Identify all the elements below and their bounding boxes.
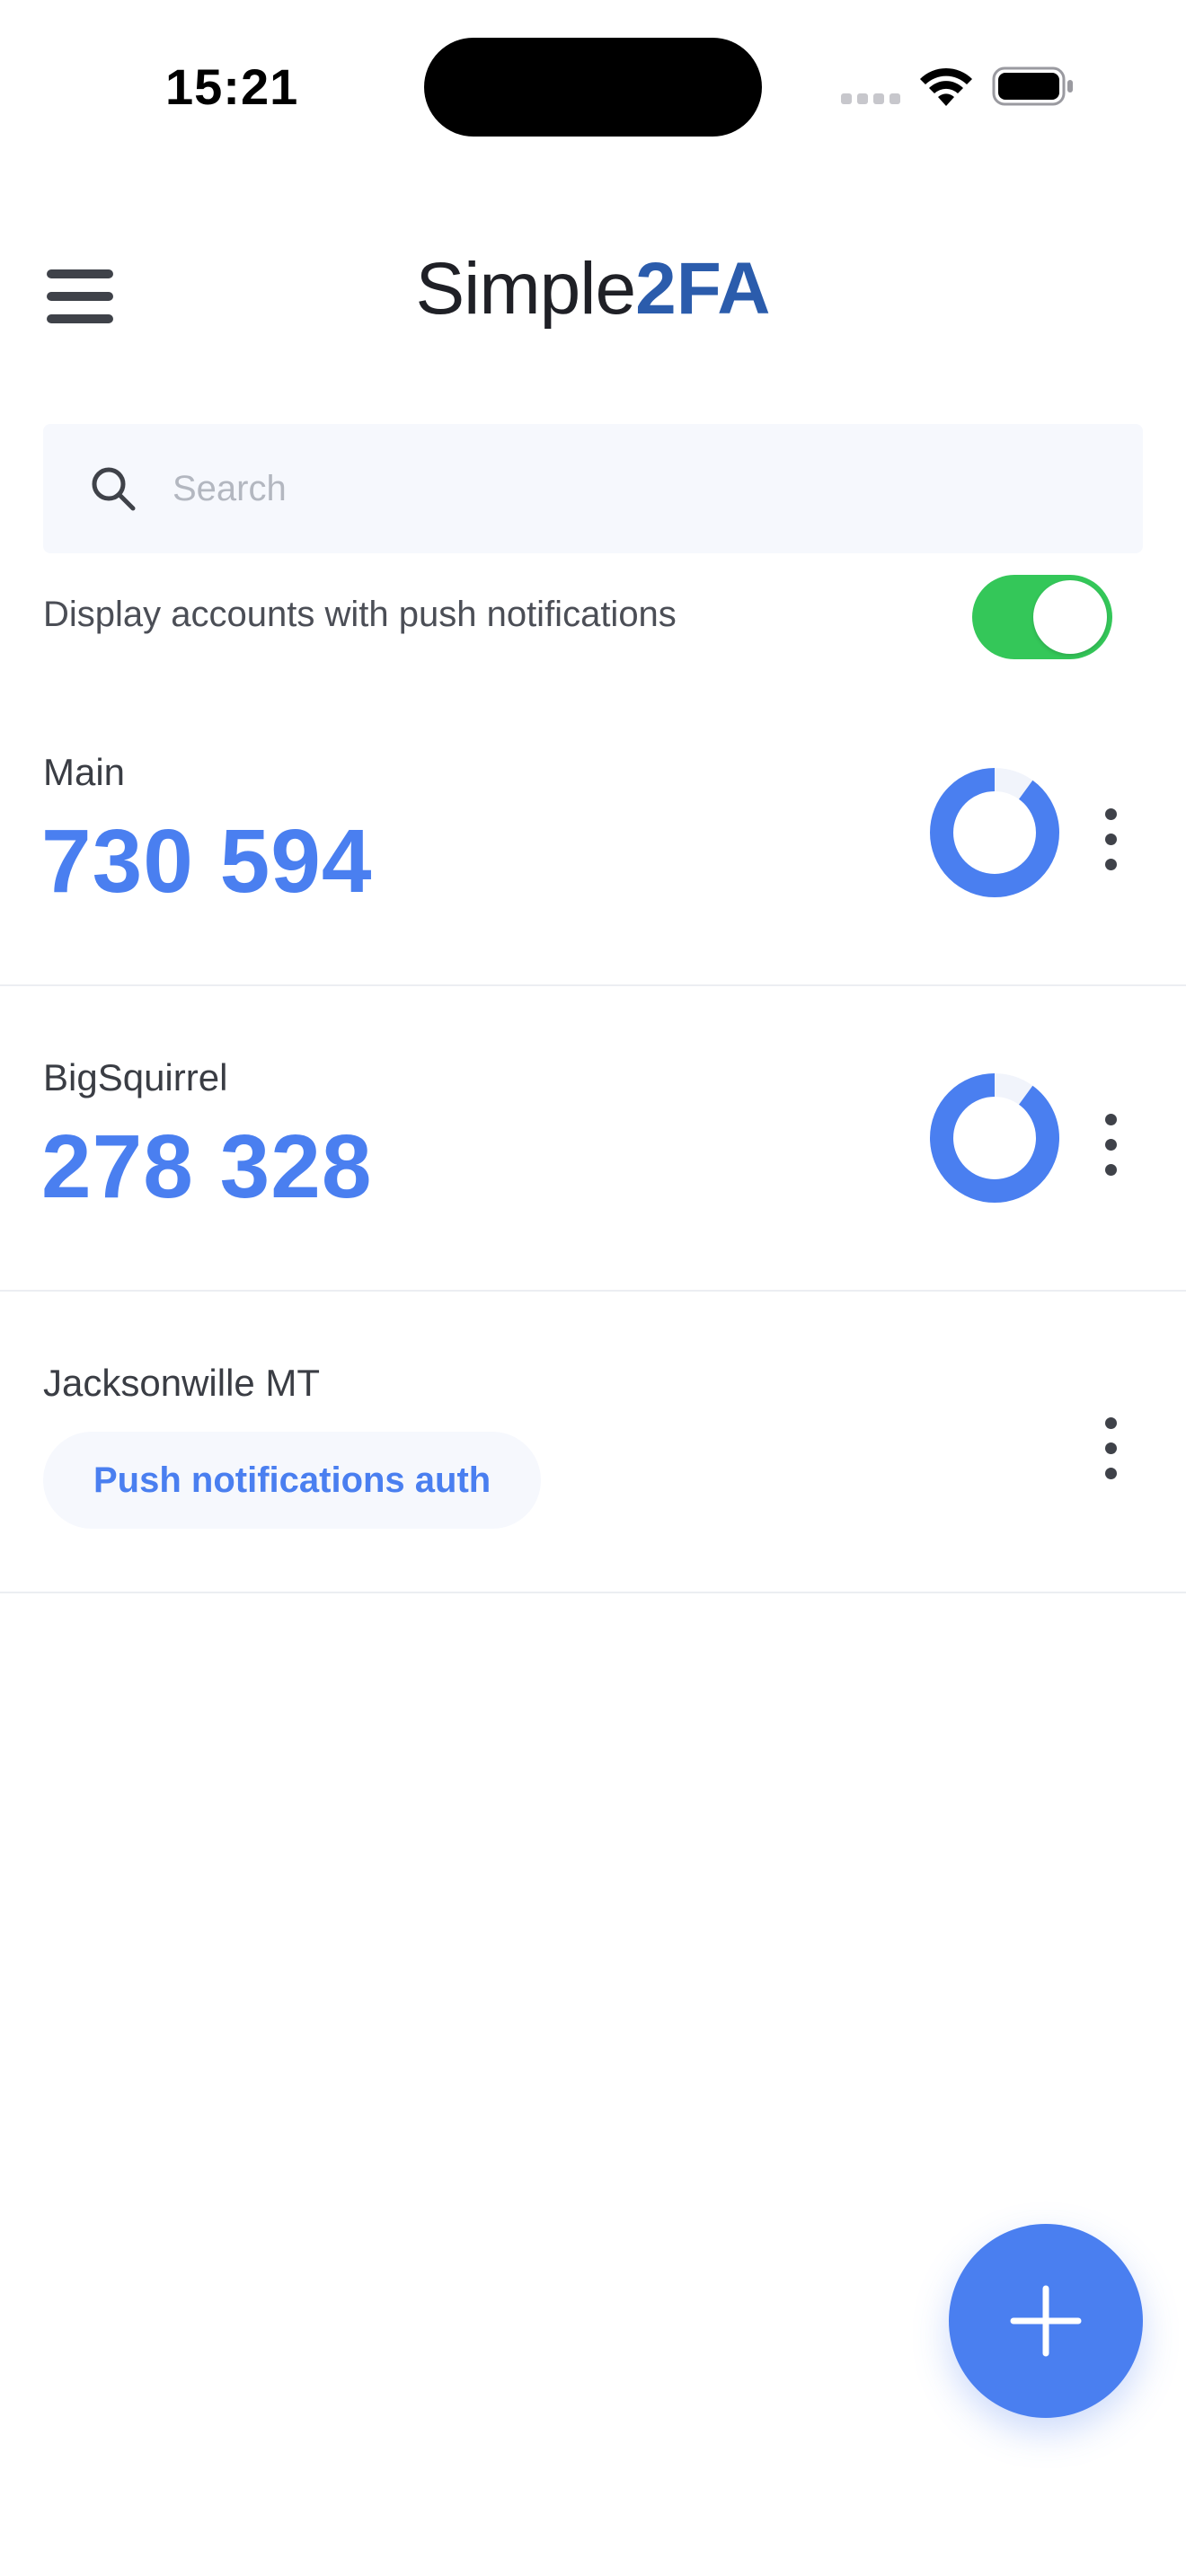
countdown-timer-icon — [930, 1073, 1059, 1203]
push-filter-toggle[interactable] — [972, 575, 1112, 659]
status-time: 15:21 — [165, 58, 299, 115]
battery-icon — [992, 66, 1073, 106]
logo-text-2fa: 2FA — [635, 248, 771, 330]
account-row: Main 730 594 — [0, 711, 1186, 986]
account-row: Jacksonwille MT Push notifications auth — [0, 1290, 1186, 1593]
search-bar[interactable] — [43, 424, 1143, 553]
dynamic-island — [424, 38, 762, 137]
push-notifications-auth-button[interactable]: Push notifications auth — [43, 1432, 542, 1529]
logo-text-simple: Simple — [415, 248, 636, 330]
countdown-timer-icon — [930, 768, 1059, 897]
account-row: BigSquirrel 278 328 — [0, 984, 1186, 1292]
toggle-knob — [1033, 580, 1107, 654]
account-name: BigSquirrel — [43, 1056, 228, 1098]
add-account-button[interactable] — [949, 2224, 1143, 2418]
account-code[interactable]: 730 594 — [41, 810, 372, 913]
search-input[interactable] — [171, 467, 1073, 510]
account-name: Main — [43, 751, 126, 793]
account-code[interactable]: 278 328 — [41, 1116, 372, 1219]
wifi-icon — [920, 67, 972, 106]
account-name: Jacksonwille MT — [43, 1362, 321, 1404]
search-icon — [92, 467, 136, 511]
cellular-signal-icon — [841, 93, 900, 104]
app-logo: Simple2FA — [0, 244, 1186, 334]
more-options-button[interactable] — [1094, 1417, 1127, 1480]
push-filter-label: Display accounts with push notifications — [43, 595, 677, 634]
more-options-button[interactable] — [1094, 808, 1127, 871]
more-options-button[interactable] — [1094, 1114, 1127, 1177]
plus-icon — [1010, 2285, 1082, 2357]
